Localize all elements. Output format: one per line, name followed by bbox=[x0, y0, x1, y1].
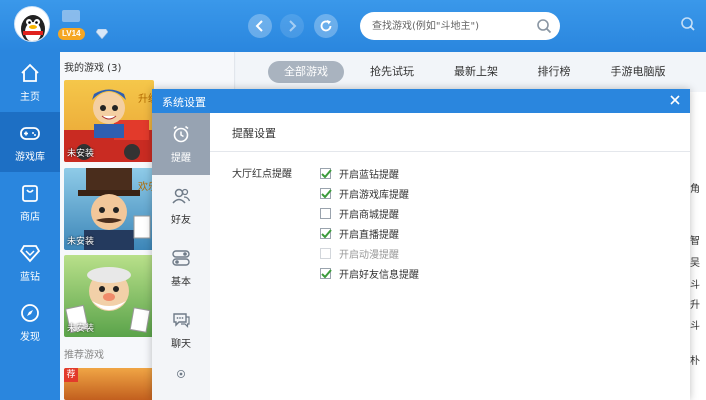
sidebar-item-discover[interactable]: 发现 bbox=[0, 292, 60, 352]
peek-text: 斗 bbox=[690, 321, 700, 332]
settings-nav: 提醒 好友 基本 聊天 bbox=[152, 113, 210, 400]
home-icon bbox=[21, 63, 39, 82]
username bbox=[62, 10, 80, 22]
my-games-label: 我的游戏 (3) bbox=[64, 63, 122, 74]
sidebar-item-label: 发现 bbox=[20, 331, 40, 343]
chat-icon bbox=[173, 313, 190, 328]
tab-all-games[interactable]: 全部游戏 bbox=[268, 61, 344, 83]
recommended-games-label: 推荐游戏 bbox=[64, 350, 104, 361]
sidebar-item-label: 主页 bbox=[20, 91, 40, 103]
checkbox-checked[interactable] bbox=[320, 267, 332, 279]
option-friend-message-reminder[interactable]: 开启好友信息提醒 bbox=[320, 266, 419, 281]
lobby-red-dot-label: 大厅红点提醒 bbox=[232, 169, 292, 180]
option-blue-diamond-reminder[interactable]: 开启蓝钻提醒 bbox=[320, 166, 399, 181]
option-label: 开启直播提醒 bbox=[339, 229, 399, 241]
option-label: 开启动漫提醒 bbox=[339, 249, 399, 261]
game-install-status: 未安装 bbox=[67, 324, 95, 334]
dialog-titlebar[interactable]: 系统设置 bbox=[152, 89, 690, 113]
option-label: 开启好友信息提醒 bbox=[339, 269, 419, 281]
sidebar-item-shop[interactable]: 商店 bbox=[0, 172, 60, 232]
option-label: 开启游戏库提醒 bbox=[339, 189, 409, 201]
checkmark-icon bbox=[321, 188, 332, 198]
search-box bbox=[360, 12, 560, 40]
checkmark-icon bbox=[321, 168, 332, 178]
peek-text: 朴 bbox=[690, 356, 700, 367]
sidebar-item-blue-diamond[interactable]: 蓝钻 bbox=[0, 232, 60, 292]
settings-nav-reminder[interactable]: 提醒 bbox=[152, 113, 210, 175]
peek-text: 吴 bbox=[690, 258, 700, 269]
sidebar-item-label: 蓝钻 bbox=[20, 271, 40, 283]
main-sidebar: 主页 游戏库 商店 蓝钻 发现 bbox=[0, 52, 60, 400]
sidebar-item-label: 游戏库 bbox=[15, 151, 45, 163]
settings-nav-label: 聊天 bbox=[171, 339, 191, 350]
game-install-status: 未安装 bbox=[67, 237, 95, 247]
peek-text: 升 bbox=[690, 300, 700, 311]
back-button[interactable] bbox=[248, 14, 272, 38]
tab-ranking[interactable]: 排行榜 bbox=[522, 61, 586, 83]
category-tabs: 全部游戏 抢先试玩 最新上架 排行榜 手游电脑版 bbox=[236, 52, 706, 92]
settings-nav-friends[interactable]: 好友 bbox=[152, 175, 210, 237]
settings-nav-chat[interactable]: 聊天 bbox=[152, 299, 210, 361]
option-game-library-reminder[interactable]: 开启游戏库提醒 bbox=[320, 186, 409, 201]
checkbox-unchecked[interactable] bbox=[320, 207, 331, 219]
gamepad-icon bbox=[20, 126, 40, 140]
sidebar-item-label: 商店 bbox=[20, 211, 40, 223]
chevron-left-icon bbox=[255, 20, 263, 32]
top-header: LV14 bbox=[0, 0, 706, 52]
checkbox-checked[interactable] bbox=[320, 187, 332, 199]
option-mall-reminder[interactable]: 开启商城提醒 bbox=[320, 206, 399, 221]
compass-icon bbox=[21, 303, 39, 322]
level-badge: LV14 bbox=[58, 28, 85, 40]
game-tile-cards[interactable]: 未安装 bbox=[64, 255, 154, 337]
settings-nav-privacy[interactable]: 隐私 bbox=[152, 361, 210, 400]
background-content-peek: 角 智 吴 斗 升 斗 朴 bbox=[690, 92, 706, 400]
option-anime-reminder: 开启动漫提醒 bbox=[320, 246, 399, 261]
sidebar-item-home[interactable]: 主页 bbox=[0, 52, 60, 112]
option-label: 开启蓝钻提醒 bbox=[339, 169, 399, 181]
settings-nav-label: 提醒 bbox=[171, 153, 191, 164]
qq-penguin-icon bbox=[21, 15, 45, 41]
search-icon[interactable] bbox=[536, 18, 552, 34]
tab-newest[interactable]: 最新上架 bbox=[440, 61, 512, 83]
toggle-icon bbox=[172, 250, 190, 266]
refresh-button[interactable] bbox=[314, 14, 338, 38]
checkbox-checked[interactable] bbox=[320, 167, 332, 179]
peek-text: 角 bbox=[690, 184, 700, 195]
refresh-icon bbox=[320, 20, 332, 32]
settings-nav-basic[interactable]: 基本 bbox=[152, 237, 210, 299]
checkmark-icon bbox=[321, 268, 332, 278]
peek-text: 智 bbox=[690, 236, 700, 247]
recommended-badge: 荐 bbox=[64, 368, 78, 382]
settings-nav-label: 基本 bbox=[171, 277, 191, 288]
option-label: 开启商城提醒 bbox=[339, 209, 399, 221]
tab-mobile-pc[interactable]: 手游电脑版 bbox=[596, 61, 680, 83]
shop-bag-icon bbox=[22, 184, 38, 202]
peek-text: 斗 bbox=[690, 280, 700, 291]
header-search-icon[interactable] bbox=[680, 16, 696, 32]
recommended-game-tile[interactable]: 荐 bbox=[64, 368, 154, 400]
game-install-status: 未安装 bbox=[67, 149, 95, 159]
reminder-settings-content: 提醒设置 大厅红点提醒 开启蓝钻提醒 开启游戏库提醒 开启商城提醒 开启直播提醒 bbox=[210, 113, 690, 400]
content-divider bbox=[210, 151, 690, 152]
settings-nav-label: 好友 bbox=[171, 215, 191, 226]
settings-dialog: 系统设置 提醒 好友 基本 聊天 提醒设置 大厅红点提醒 开启蓝钻提醒 开启游戏… bbox=[152, 89, 690, 400]
forward-button[interactable] bbox=[280, 14, 304, 38]
avatar[interactable] bbox=[14, 6, 50, 42]
content-title: 提醒设置 bbox=[232, 127, 276, 140]
friends-icon bbox=[172, 188, 191, 204]
close-icon[interactable] bbox=[668, 93, 682, 107]
sidebar-item-game-library[interactable]: 游戏库 bbox=[0, 112, 60, 172]
gem-icon bbox=[96, 29, 108, 39]
privacy-icon bbox=[177, 369, 185, 378]
alarm-clock-icon bbox=[173, 125, 189, 143]
checkbox-disabled bbox=[320, 247, 331, 259]
diamond-icon bbox=[19, 244, 41, 262]
checkmark-icon bbox=[321, 228, 332, 238]
dialog-title: 系统设置 bbox=[162, 96, 206, 109]
search-input[interactable] bbox=[372, 18, 532, 34]
chevron-right-icon bbox=[289, 20, 297, 32]
option-live-reminder[interactable]: 开启直播提醒 bbox=[320, 226, 399, 241]
tab-early-trial[interactable]: 抢先试玩 bbox=[356, 61, 428, 83]
checkbox-checked[interactable] bbox=[320, 227, 332, 239]
